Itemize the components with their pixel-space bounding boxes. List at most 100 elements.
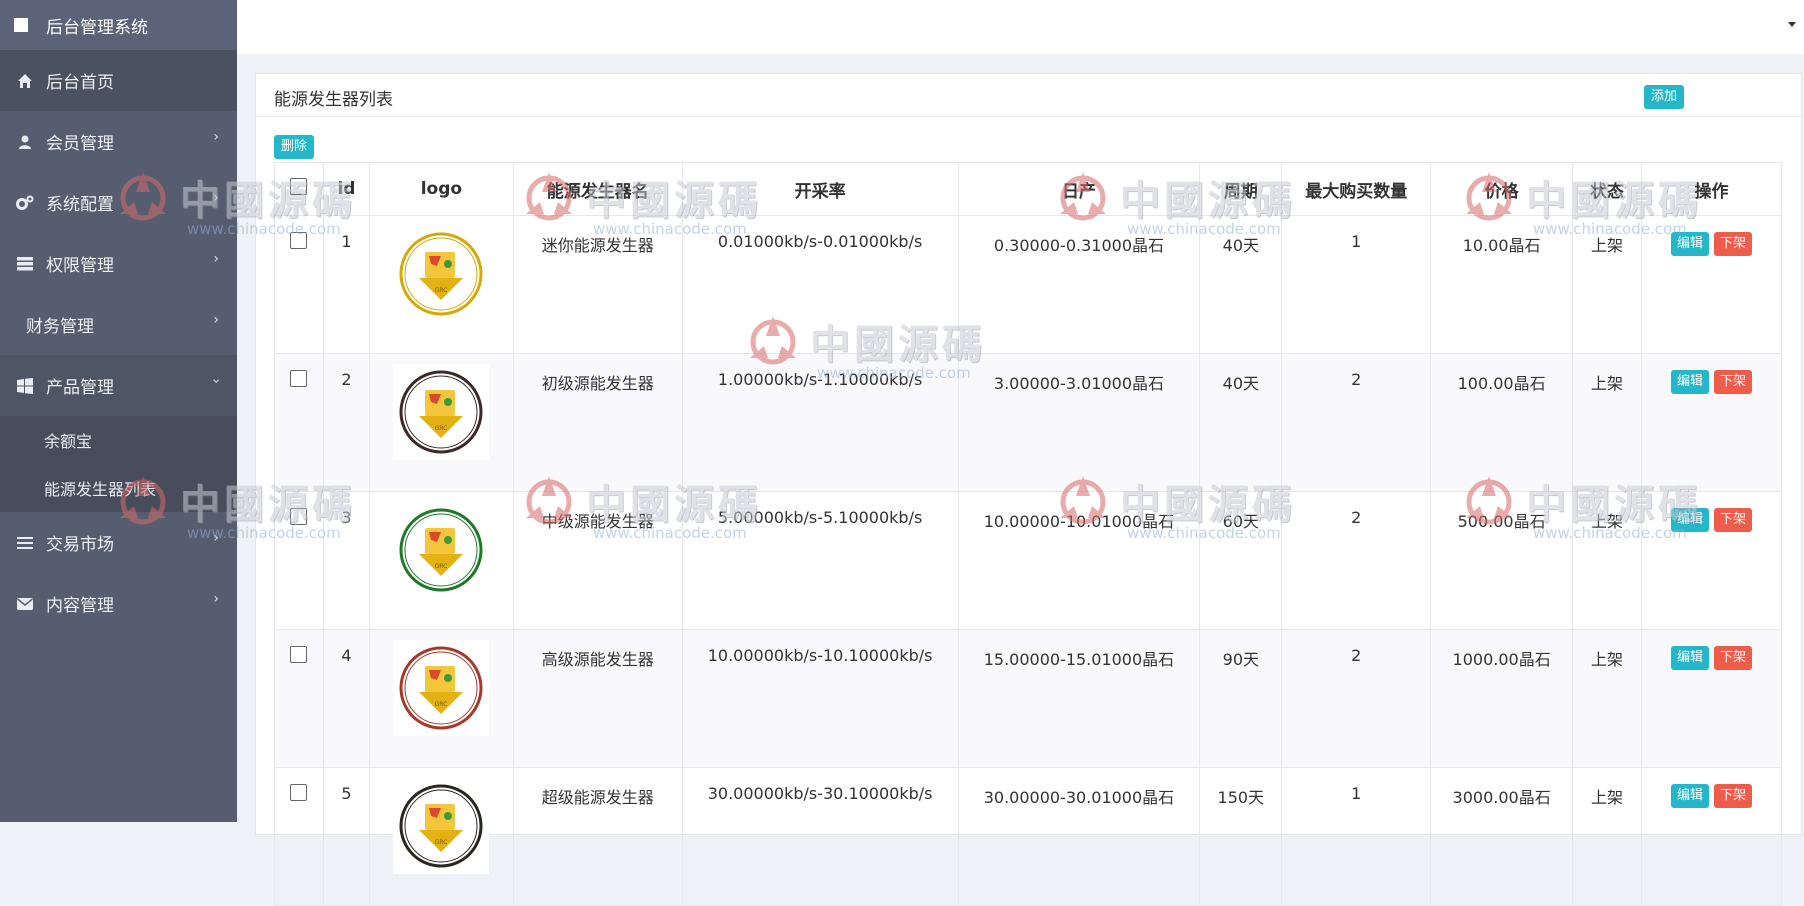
row-daily: 15.00000-15.01000晶石 xyxy=(957,629,1201,768)
row-checkbox[interactable] xyxy=(290,508,308,525)
sidebar-item-label: 产品管理 xyxy=(46,378,114,398)
svg-text:GRC: GRC xyxy=(435,287,448,294)
edit-button[interactable]: 编辑 xyxy=(1670,646,1709,670)
svg-text:GRC: GRC xyxy=(435,563,448,570)
sidebar-menu: 后台首页 会员管理 › 系统配置 › 权限管理 › 财务管理 › 产品管理 › … xyxy=(0,50,237,634)
table-row: 4 GRC 高级源能发生器 10.00000kb/s-10.10000kb/s … xyxy=(274,629,1782,768)
row-name: 高级源能发生器 xyxy=(512,629,683,768)
offline-button[interactable]: 下架 xyxy=(1714,232,1753,256)
sidebar-item-label: 交易市场 xyxy=(46,535,114,555)
generator-table: id logo 能源发生器名 开采率 日产 周期 最大购买数量 价格 状态 操作… xyxy=(274,162,1782,906)
table-header-row: id logo 能源发生器名 开采率 日产 周期 最大购买数量 价格 状态 操作 xyxy=(274,162,1782,216)
row-status: 上架 xyxy=(1572,629,1643,768)
top-bar xyxy=(237,0,1804,54)
table-row: 1 GRC 迷你能源发生器 0.01000kb/s-0.01000kb/s 0.… xyxy=(274,215,1782,354)
generator-logo: GRC xyxy=(393,778,490,874)
offline-button[interactable]: 下架 xyxy=(1714,370,1753,394)
row-checkbox[interactable] xyxy=(290,784,308,801)
row-name: 迷你能源发生器 xyxy=(512,215,683,354)
sidebar-item-finance[interactable]: 财务管理 › xyxy=(0,294,237,355)
brand-title: 后台管理系统 xyxy=(46,17,148,38)
row-id: 3 xyxy=(322,491,370,630)
row-max-qty: 2 xyxy=(1281,491,1432,630)
row-rate: 0.01000kb/s-0.01000kb/s xyxy=(681,215,959,354)
sidebar-item-market[interactable]: 交易市场 › xyxy=(0,512,237,573)
row-period: 40天 xyxy=(1199,353,1283,492)
row-daily: 30.00000-30.01000晶石 xyxy=(957,767,1201,906)
row-logo-cell: GRC xyxy=(368,629,514,768)
add-button[interactable]: 添加 xyxy=(1644,85,1685,109)
sidebar-item-label: 会员管理 xyxy=(46,134,114,154)
row-name: 中级源能发生器 xyxy=(512,491,683,630)
panel-title: 能源发生器列表 xyxy=(274,90,393,110)
list-icon xyxy=(16,534,34,552)
sidebar-subitem-label: 能源发生器列表 xyxy=(44,480,157,499)
sidebar-subitem-yuebao[interactable]: 余额宝 xyxy=(0,416,237,464)
row-select-cell xyxy=(274,767,324,906)
row-id: 2 xyxy=(322,353,370,492)
brand[interactable]: 后台管理系统 xyxy=(0,0,237,50)
row-id: 5 xyxy=(322,767,370,906)
svg-text:GRC: GRC xyxy=(435,701,448,708)
user-dropdown-caret-icon[interactable] xyxy=(1788,22,1796,27)
sidebar-item-products[interactable]: 产品管理 › xyxy=(0,355,237,416)
row-price: 1000.00晶石 xyxy=(1430,629,1574,768)
sidebar-item-label: 系统配置 xyxy=(46,195,114,215)
sidebar-item-home[interactable]: 后台首页 xyxy=(0,50,237,111)
row-action-group: 编辑 下架 xyxy=(1643,232,1780,256)
generator-logo: GRC xyxy=(393,226,490,322)
table-row: 5 GRC 超级能源发生器 30.00000kb/s-30.10000kb/s … xyxy=(274,767,1782,906)
sidebar-item-members[interactable]: 会员管理 › xyxy=(0,111,237,172)
sidebar-item-label: 财务管理 xyxy=(26,317,94,337)
row-checkbox[interactable] xyxy=(290,370,308,387)
offline-button[interactable]: 下架 xyxy=(1714,784,1753,808)
select-all-checkbox[interactable] xyxy=(290,178,308,195)
edit-button[interactable]: 编辑 xyxy=(1670,508,1709,532)
row-name: 初级源能发生器 xyxy=(512,353,683,492)
chevron-right-icon: › xyxy=(213,190,219,206)
offline-button[interactable]: 下架 xyxy=(1714,508,1753,532)
edit-button[interactable]: 编辑 xyxy=(1670,784,1709,808)
panel-header: 能源发生器列表 添加 xyxy=(256,74,1801,117)
row-action-group: 编辑 下架 xyxy=(1643,646,1780,670)
server-icon xyxy=(16,255,34,273)
col-header-rate: 开采率 xyxy=(681,162,959,216)
chevron-right-icon: › xyxy=(213,530,219,546)
row-checkbox[interactable] xyxy=(290,232,308,249)
row-max-qty: 2 xyxy=(1281,353,1432,492)
sidebar-item-permissions[interactable]: 权限管理 › xyxy=(0,233,237,294)
row-logo-cell: GRC xyxy=(368,353,514,492)
edit-button[interactable]: 编辑 xyxy=(1670,370,1709,394)
row-id: 4 xyxy=(322,629,370,768)
row-logo-cell: GRC xyxy=(368,215,514,354)
generator-logo: GRC xyxy=(393,364,490,460)
edit-button[interactable]: 编辑 xyxy=(1670,232,1709,256)
chevron-right-icon: › xyxy=(213,251,219,267)
row-select-cell xyxy=(274,215,324,354)
row-actions: 编辑 下架 xyxy=(1641,353,1782,492)
sidebar: 后台管理系统 后台首页 会员管理 › 系统配置 › 权限管理 › 财务管理 › … xyxy=(0,0,237,822)
sidebar-item-content[interactable]: 内容管理 › xyxy=(0,573,237,634)
col-header-max-qty: 最大购买数量 xyxy=(1281,162,1432,216)
col-header-price: 价格 xyxy=(1430,162,1574,216)
col-header-daily: 日产 xyxy=(957,162,1201,216)
row-action-group: 编辑 下架 xyxy=(1643,370,1780,394)
col-header-period: 周期 xyxy=(1199,162,1283,216)
svg-text:GRC: GRC xyxy=(435,425,448,432)
sidebar-subitem-generator-list[interactable]: 能源发生器列表 xyxy=(0,464,237,512)
row-daily: 10.00000-10.01000晶石 xyxy=(957,491,1201,630)
delete-button[interactable]: 删除 xyxy=(274,135,315,159)
row-select-cell xyxy=(274,353,324,492)
row-rate: 10.00000kb/s-10.10000kb/s xyxy=(681,629,959,768)
row-actions: 编辑 下架 xyxy=(1641,215,1782,354)
col-header-actions: 操作 xyxy=(1641,162,1782,216)
row-period: 90天 xyxy=(1199,629,1283,768)
row-checkbox[interactable] xyxy=(290,646,308,663)
row-price: 500.00晶石 xyxy=(1430,491,1574,630)
row-status: 上架 xyxy=(1572,353,1643,492)
sidebar-submenu-products: 余额宝 能源发生器列表 xyxy=(0,416,237,512)
sidebar-item-system-config[interactable]: 系统配置 › xyxy=(0,172,237,233)
col-header-logo: logo xyxy=(368,162,514,216)
offline-button[interactable]: 下架 xyxy=(1714,646,1753,670)
row-actions: 编辑 下架 xyxy=(1641,491,1782,630)
